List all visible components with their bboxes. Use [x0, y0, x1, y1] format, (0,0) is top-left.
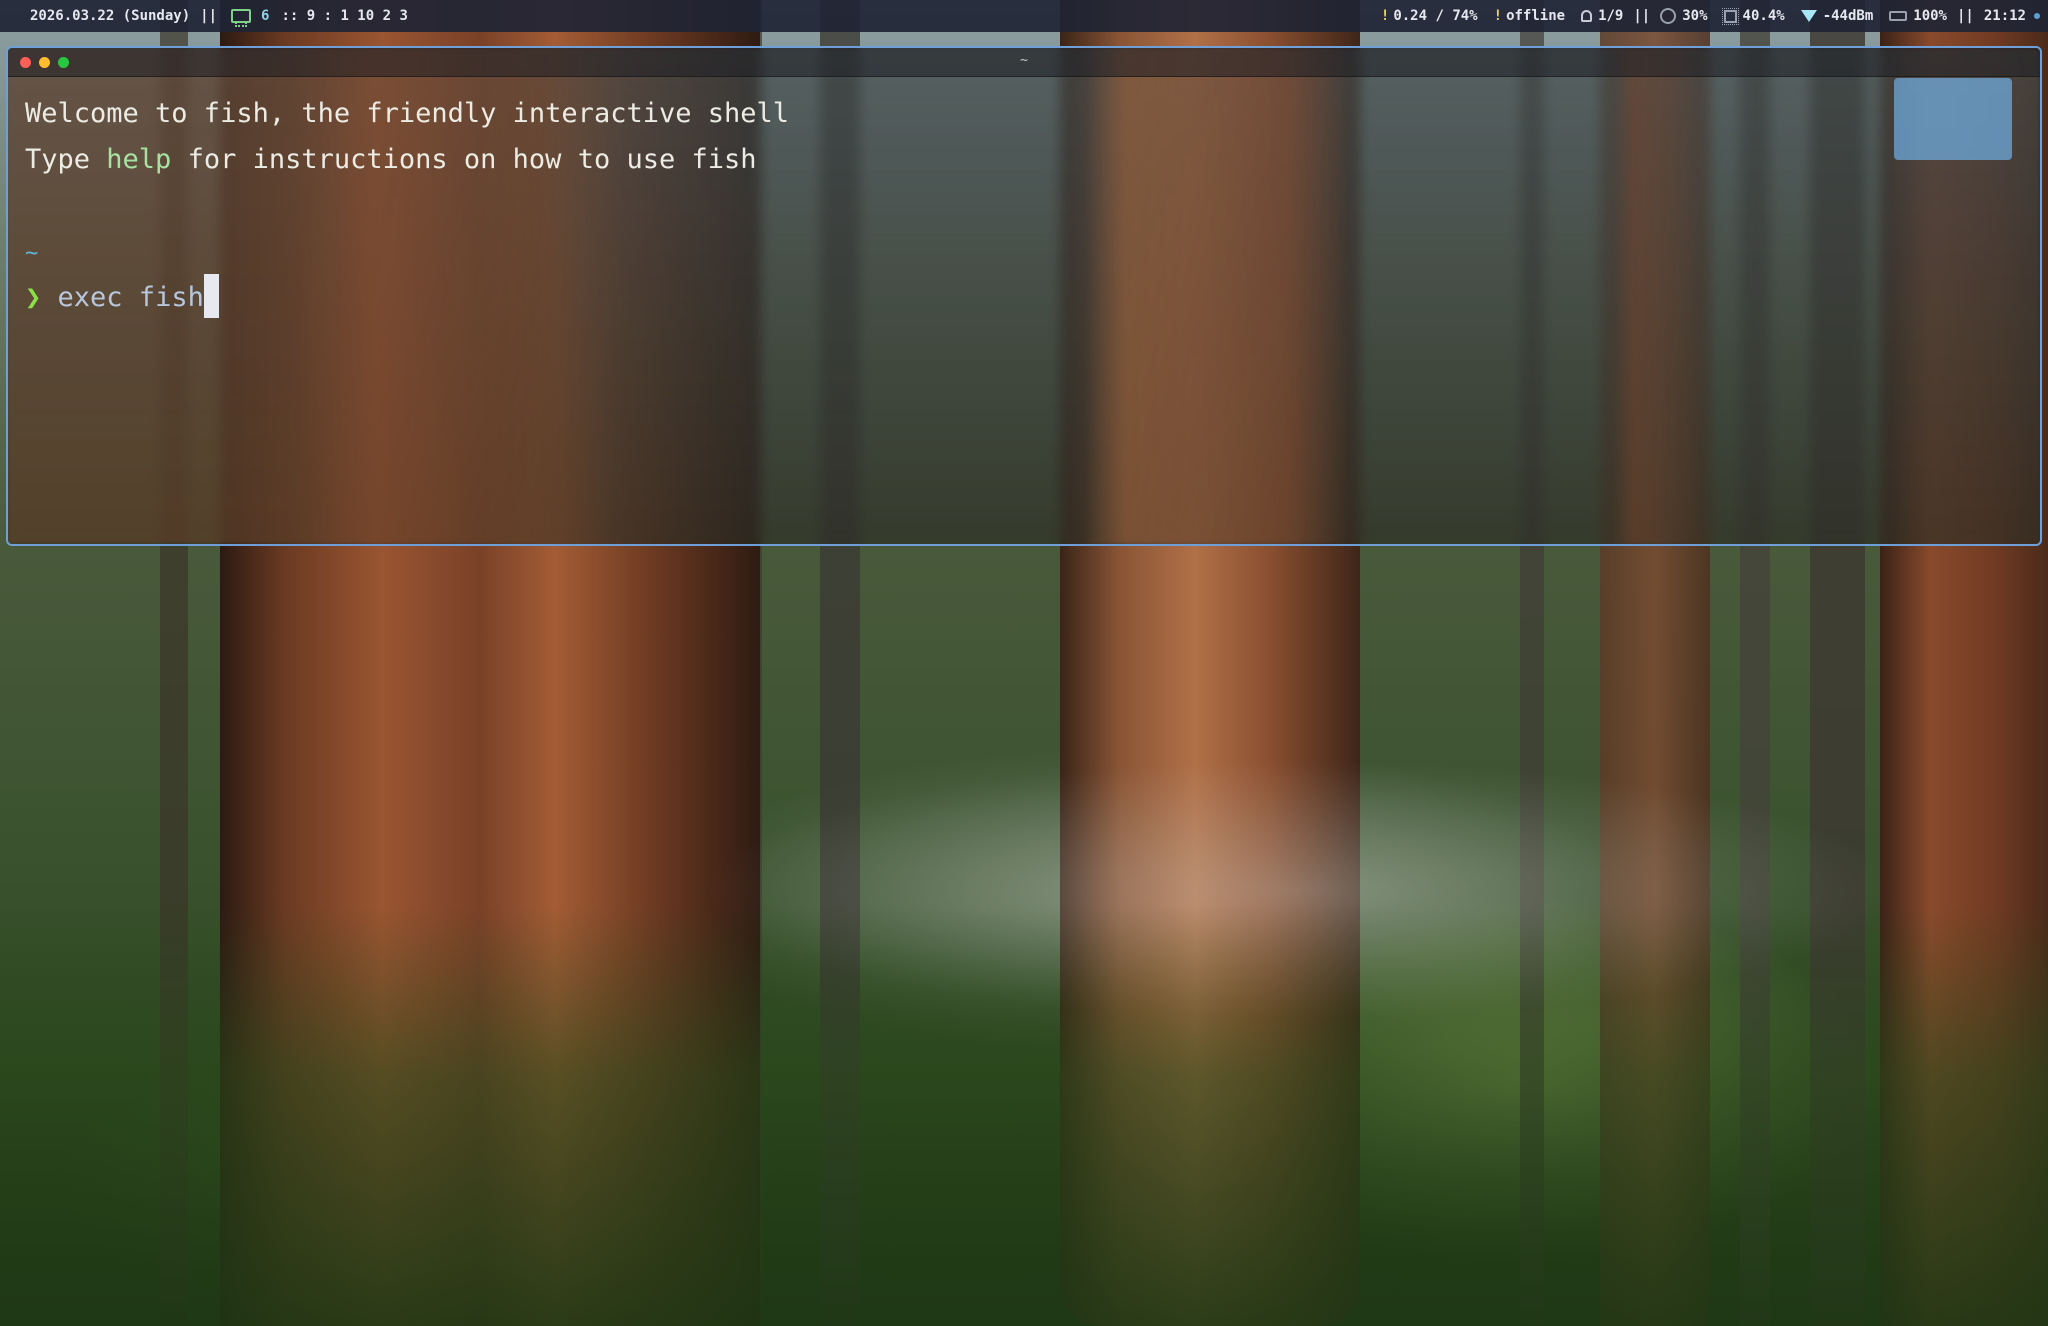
warning-icon: ! — [1380, 8, 1390, 24]
undergrowth — [0, 906, 2048, 1326]
terminal-window[interactable]: ~ Welcome to fish, the friendly interact… — [6, 46, 2042, 546]
battery-value: 100% — [1913, 8, 1947, 24]
help-suffix: for instructions on how to use fish — [171, 144, 757, 175]
load-indicator: ! 0.24 / 74% — [1381, 8, 1478, 24]
date-label: 2026.03.22 (Sunday) — [30, 8, 191, 24]
workspace-active[interactable]: 6 — [261, 8, 269, 24]
window-titlebar[interactable]: ~ — [8, 48, 2040, 77]
cwd-line: ~ — [25, 229, 2023, 275]
separator: || — [200, 8, 218, 24]
network-state: offline — [1506, 8, 1566, 24]
monitor-icon — [231, 9, 252, 27]
clock: 21:12 — [1983, 8, 2026, 24]
help-line: Type help for instructions on how to use… — [25, 137, 2023, 183]
prompt-symbol: ❯ — [25, 282, 42, 313]
window-title: ~ — [1020, 53, 1028, 68]
fan-value: 30% — [1682, 8, 1708, 24]
text-cursor — [203, 273, 219, 318]
cpu-value: 40.4% — [1742, 8, 1785, 24]
workspace-list[interactable]: :: 9 : 1 10 2 3 — [281, 8, 407, 24]
updates-value: 1/9 — [1598, 8, 1624, 24]
status-left: 2026.03.22 (Sunday) || 6 :: 9 : 1 10 2 3 — [30, 8, 408, 27]
battery-indicator: 100% || — [1889, 8, 1984, 24]
wifi-signal: -44dBm — [1822, 8, 1874, 24]
separator: || — [1956, 8, 1974, 24]
wifi-icon — [1800, 10, 1817, 22]
load-value: 0.24 / 74% — [1393, 8, 1478, 24]
status-right: ! 0.24 / 74% ! offline 1/9 || 30% 40.4% … — [1365, 7, 2040, 25]
updates-indicator: 1/9 || — [1581, 8, 1660, 24]
battery-icon — [1889, 11, 1908, 21]
network-indicator: ! offline — [1494, 8, 1565, 24]
top-status-bar: 2026.03.22 (Sunday) || 6 :: 9 : 1 10 2 3… — [0, 0, 2048, 32]
ghost-icon — [1581, 10, 1593, 22]
fan-icon — [1660, 8, 1677, 24]
separator: || — [1633, 8, 1651, 24]
cpu-indicator: 40.4% — [1721, 7, 1785, 25]
help-keyword: help — [106, 144, 172, 175]
prompt-line[interactable]: ❯ exec fish — [25, 273, 2023, 321]
terminal-output[interactable]: Welcome to fish, the friendly interactiv… — [8, 77, 2040, 335]
status-dot-icon — [2034, 13, 2040, 19]
warning-icon: ! — [1493, 8, 1503, 24]
welcome-line: Welcome to fish, the friendly interactiv… — [25, 98, 790, 129]
cpu-chip-icon — [1721, 7, 1739, 25]
fan-indicator: 30% — [1660, 8, 1708, 24]
wifi-indicator: -44dBm — [1800, 8, 1874, 24]
help-prefix: Type — [25, 144, 107, 175]
command-input[interactable]: exec fish — [58, 282, 204, 313]
cwd-label: ~ — [25, 241, 39, 266]
